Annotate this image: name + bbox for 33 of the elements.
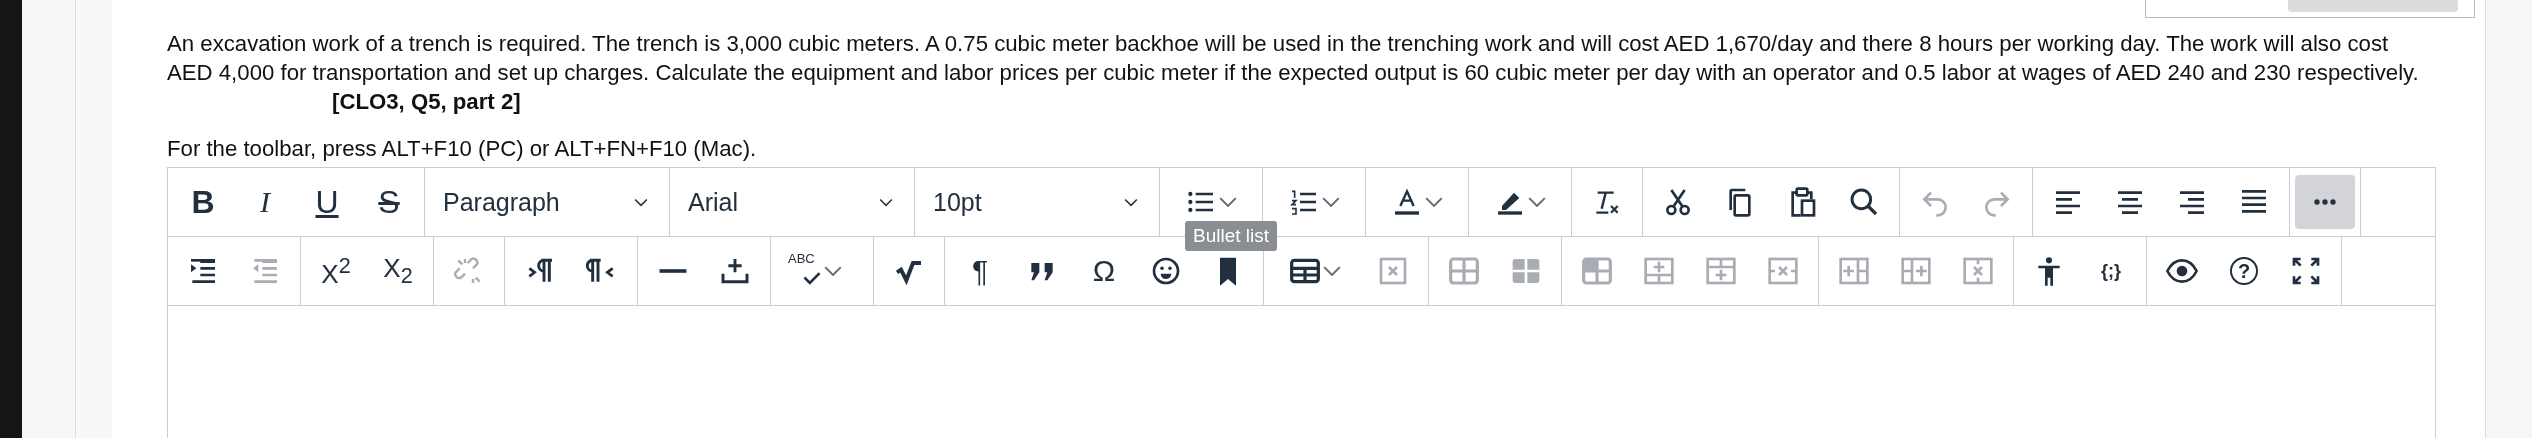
help-button[interactable]: ?	[2214, 244, 2274, 298]
code-sample-button[interactable]: {;}	[2081, 244, 2141, 298]
question-text: An excavation work of a trench is required. The trench is 3,000 cubic meters. A 0.75 cubic meter backhoe will be used in the trenching work and will cost AED 1,670/day and there 8 hours per working day. The work will also cost AED 4,000 for transportation and set up charges. Calculate the equipment and labor prices per cubic meter if the expected output is 60 cubic meter per day with an operator and 0.5 labor at wages of AED 240 and 230 respectively. [CLO3, Q5, part 2]	[167, 30, 2420, 116]
table-plus-icon	[1900, 255, 1932, 287]
more-button[interactable]	[2295, 175, 2355, 229]
dropdown-select[interactable]: Paragraph	[425, 168, 669, 236]
superscript-button[interactable]: X$^{2}$	[306, 244, 366, 298]
strikethrough-button[interactable]: S	[359, 175, 419, 229]
table-icon	[1448, 255, 1480, 287]
table-icon	[1581, 255, 1613, 287]
underline-button[interactable]: U	[297, 175, 357, 229]
delete-table-icon	[1377, 255, 1409, 287]
table-plus-icon	[1838, 255, 1870, 287]
subscript-button[interactable]: X$_{2}$	[368, 244, 428, 298]
italic-button[interactable]: I	[235, 175, 295, 229]
expand-icon	[2290, 255, 2322, 287]
toolbar-hint: For the toolbar, press ALT+F10 (PC) or ALT+FN+F10 (Mac).	[167, 136, 758, 162]
dots-icon	[2313, 198, 2337, 206]
table-plus-icon	[1643, 255, 1675, 287]
table-delete-icon	[1767, 255, 1799, 287]
bold-button[interactable]: B	[173, 175, 233, 229]
smiley-icon	[1150, 255, 1182, 287]
table-plus-icon	[1705, 255, 1737, 287]
paragraph-mark-button[interactable]: ¶	[950, 244, 1010, 298]
line-icon	[658, 268, 688, 274]
check-icon	[802, 271, 822, 285]
spellcheck-button[interactable]: ABC	[776, 244, 868, 298]
search-icon	[1848, 186, 1880, 218]
special-character-button[interactable]: Ω	[1074, 244, 1134, 298]
dropdown-select[interactable]: Arial	[670, 168, 914, 236]
table-delete-icon	[1962, 255, 1994, 287]
tooltip: Bullet list	[1185, 221, 1278, 251]
dropdown-select[interactable]: 10pt	[915, 168, 1159, 236]
